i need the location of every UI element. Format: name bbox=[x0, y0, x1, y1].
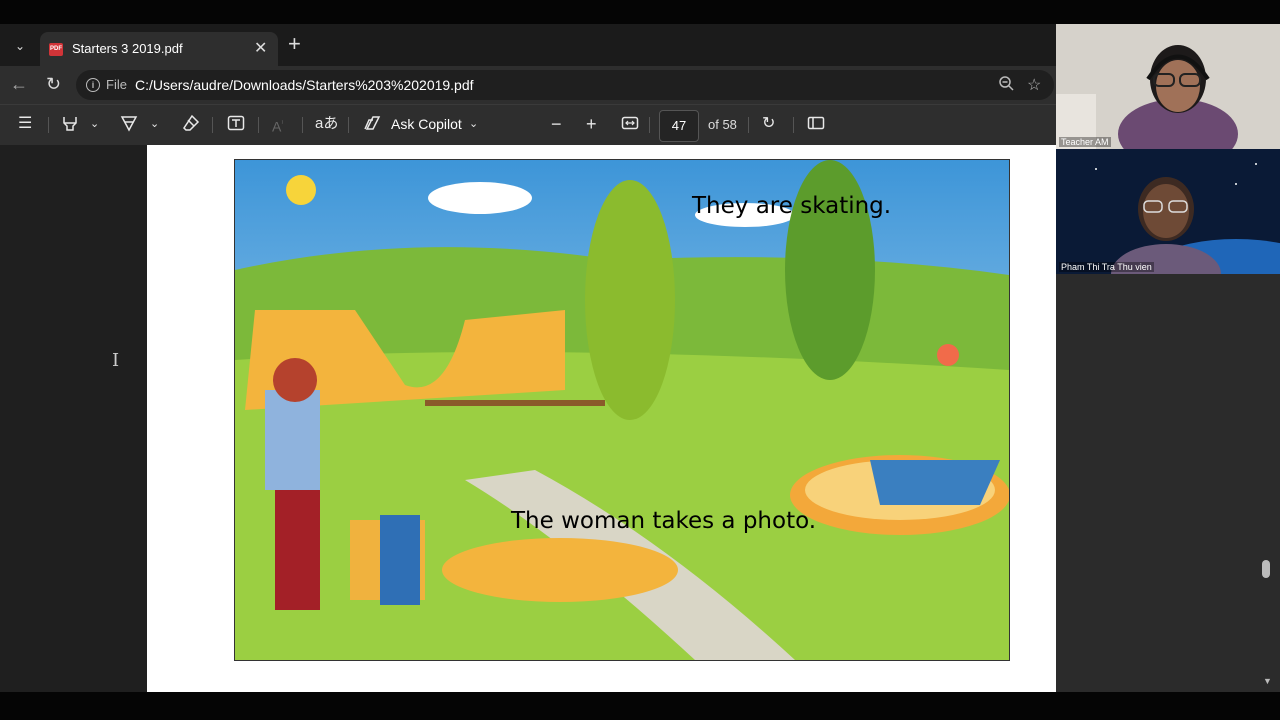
screen-bottom-bar bbox=[0, 692, 1280, 720]
browser-window: ⌄ PDF Starters 3 2019.pdf ✕ + ← ↻ i File… bbox=[0, 24, 1056, 692]
contents-list-icon[interactable]: ☰ bbox=[18, 114, 32, 134]
tab-bar: ⌄ PDF Starters 3 2019.pdf ✕ + bbox=[0, 24, 1056, 66]
participant-name-teacher: Teacher AM bbox=[1059, 137, 1111, 147]
side-strip: ▼ bbox=[1056, 274, 1280, 692]
page-number-input[interactable]: 47 bbox=[659, 110, 699, 142]
divider bbox=[302, 117, 303, 133]
pdf-file-icon: PDF bbox=[49, 43, 63, 56]
divider bbox=[348, 117, 349, 133]
zoom-in-icon[interactable]: + bbox=[586, 114, 597, 134]
highlight-chevron-icon[interactable]: ⌄ bbox=[90, 114, 99, 134]
draw-chevron-icon[interactable]: ⌄ bbox=[150, 114, 159, 134]
tab-actions-chevron-icon[interactable]: ⌄ bbox=[8, 34, 32, 58]
text-cursor-icon: I bbox=[112, 350, 120, 371]
scroll-down-arrow-icon[interactable]: ▼ bbox=[1263, 676, 1272, 686]
info-icon[interactable]: i bbox=[86, 78, 100, 92]
pdf-page: They are skating. The woman takes a phot… bbox=[147, 145, 1056, 692]
video-tile-teacher[interactable]: Teacher AM bbox=[1056, 24, 1280, 149]
caption-photo: The woman takes a photo. bbox=[511, 508, 817, 534]
close-tab-icon[interactable]: ✕ bbox=[254, 38, 267, 58]
copilot-icon[interactable] bbox=[363, 114, 383, 138]
translate-icon[interactable]: aあ bbox=[315, 114, 338, 134]
highlight-icon[interactable] bbox=[61, 114, 79, 138]
caption-skating: They are skating. bbox=[692, 193, 892, 219]
address-bar[interactable]: i File C:/Users/audre/Downloads/Starters… bbox=[76, 70, 1054, 100]
draw-icon[interactable] bbox=[120, 114, 138, 138]
divider bbox=[748, 117, 749, 133]
ask-copilot-button[interactable]: Ask Copilot bbox=[391, 116, 462, 132]
divider bbox=[48, 117, 49, 133]
screen-top-bar bbox=[0, 0, 1280, 24]
url-text[interactable]: C:/Users/audre/Downloads/Starters%203%20… bbox=[135, 77, 474, 93]
scheme-label: File bbox=[106, 77, 127, 92]
divider bbox=[212, 117, 213, 133]
scrollbar-thumb[interactable] bbox=[1262, 560, 1270, 578]
read-aloud-icon: A⁾ bbox=[272, 118, 284, 135]
tab-pdf[interactable]: PDF Starters 3 2019.pdf ✕ bbox=[40, 32, 278, 66]
zoom-icon[interactable] bbox=[998, 75, 1014, 96]
new-tab-button[interactable]: + bbox=[288, 32, 301, 56]
back-arrow-icon[interactable]: ← bbox=[10, 74, 28, 95]
favorite-star-icon[interactable]: ☆ bbox=[1027, 75, 1041, 95]
fit-width-icon[interactable] bbox=[621, 114, 639, 138]
page-view-icon[interactable] bbox=[807, 114, 825, 138]
divider bbox=[258, 117, 259, 133]
rotate-icon[interactable]: ↻ bbox=[762, 114, 775, 134]
divider bbox=[793, 117, 794, 133]
text-box-icon[interactable] bbox=[227, 114, 245, 138]
divider bbox=[649, 117, 650, 133]
zoom-out-icon[interactable]: − bbox=[551, 114, 562, 134]
refresh-icon[interactable]: ↻ bbox=[46, 74, 61, 95]
pdf-toolbar: ☰ ⌄ ⌄ A⁾ aあ Ask Copilot ⌄ − + 47 of 58 ↻ bbox=[0, 104, 1056, 145]
participant-name-student: Pham Thi Tra Thu vien bbox=[1059, 262, 1154, 272]
park-illustration bbox=[234, 159, 1010, 661]
address-row: ← ↻ i File C:/Users/audre/Downloads/Star… bbox=[0, 66, 1056, 104]
video-tile-student[interactable]: Pham Thi Tra Thu vien bbox=[1056, 149, 1280, 274]
pdf-viewer[interactable]: I They are skating. The woman takes a ph… bbox=[0, 145, 1056, 692]
copilot-chevron-icon[interactable]: ⌄ bbox=[469, 114, 478, 134]
page-total-label: of 58 bbox=[708, 117, 737, 132]
tab-title: Starters 3 2019.pdf bbox=[72, 41, 183, 56]
eraser-icon[interactable] bbox=[182, 114, 200, 138]
